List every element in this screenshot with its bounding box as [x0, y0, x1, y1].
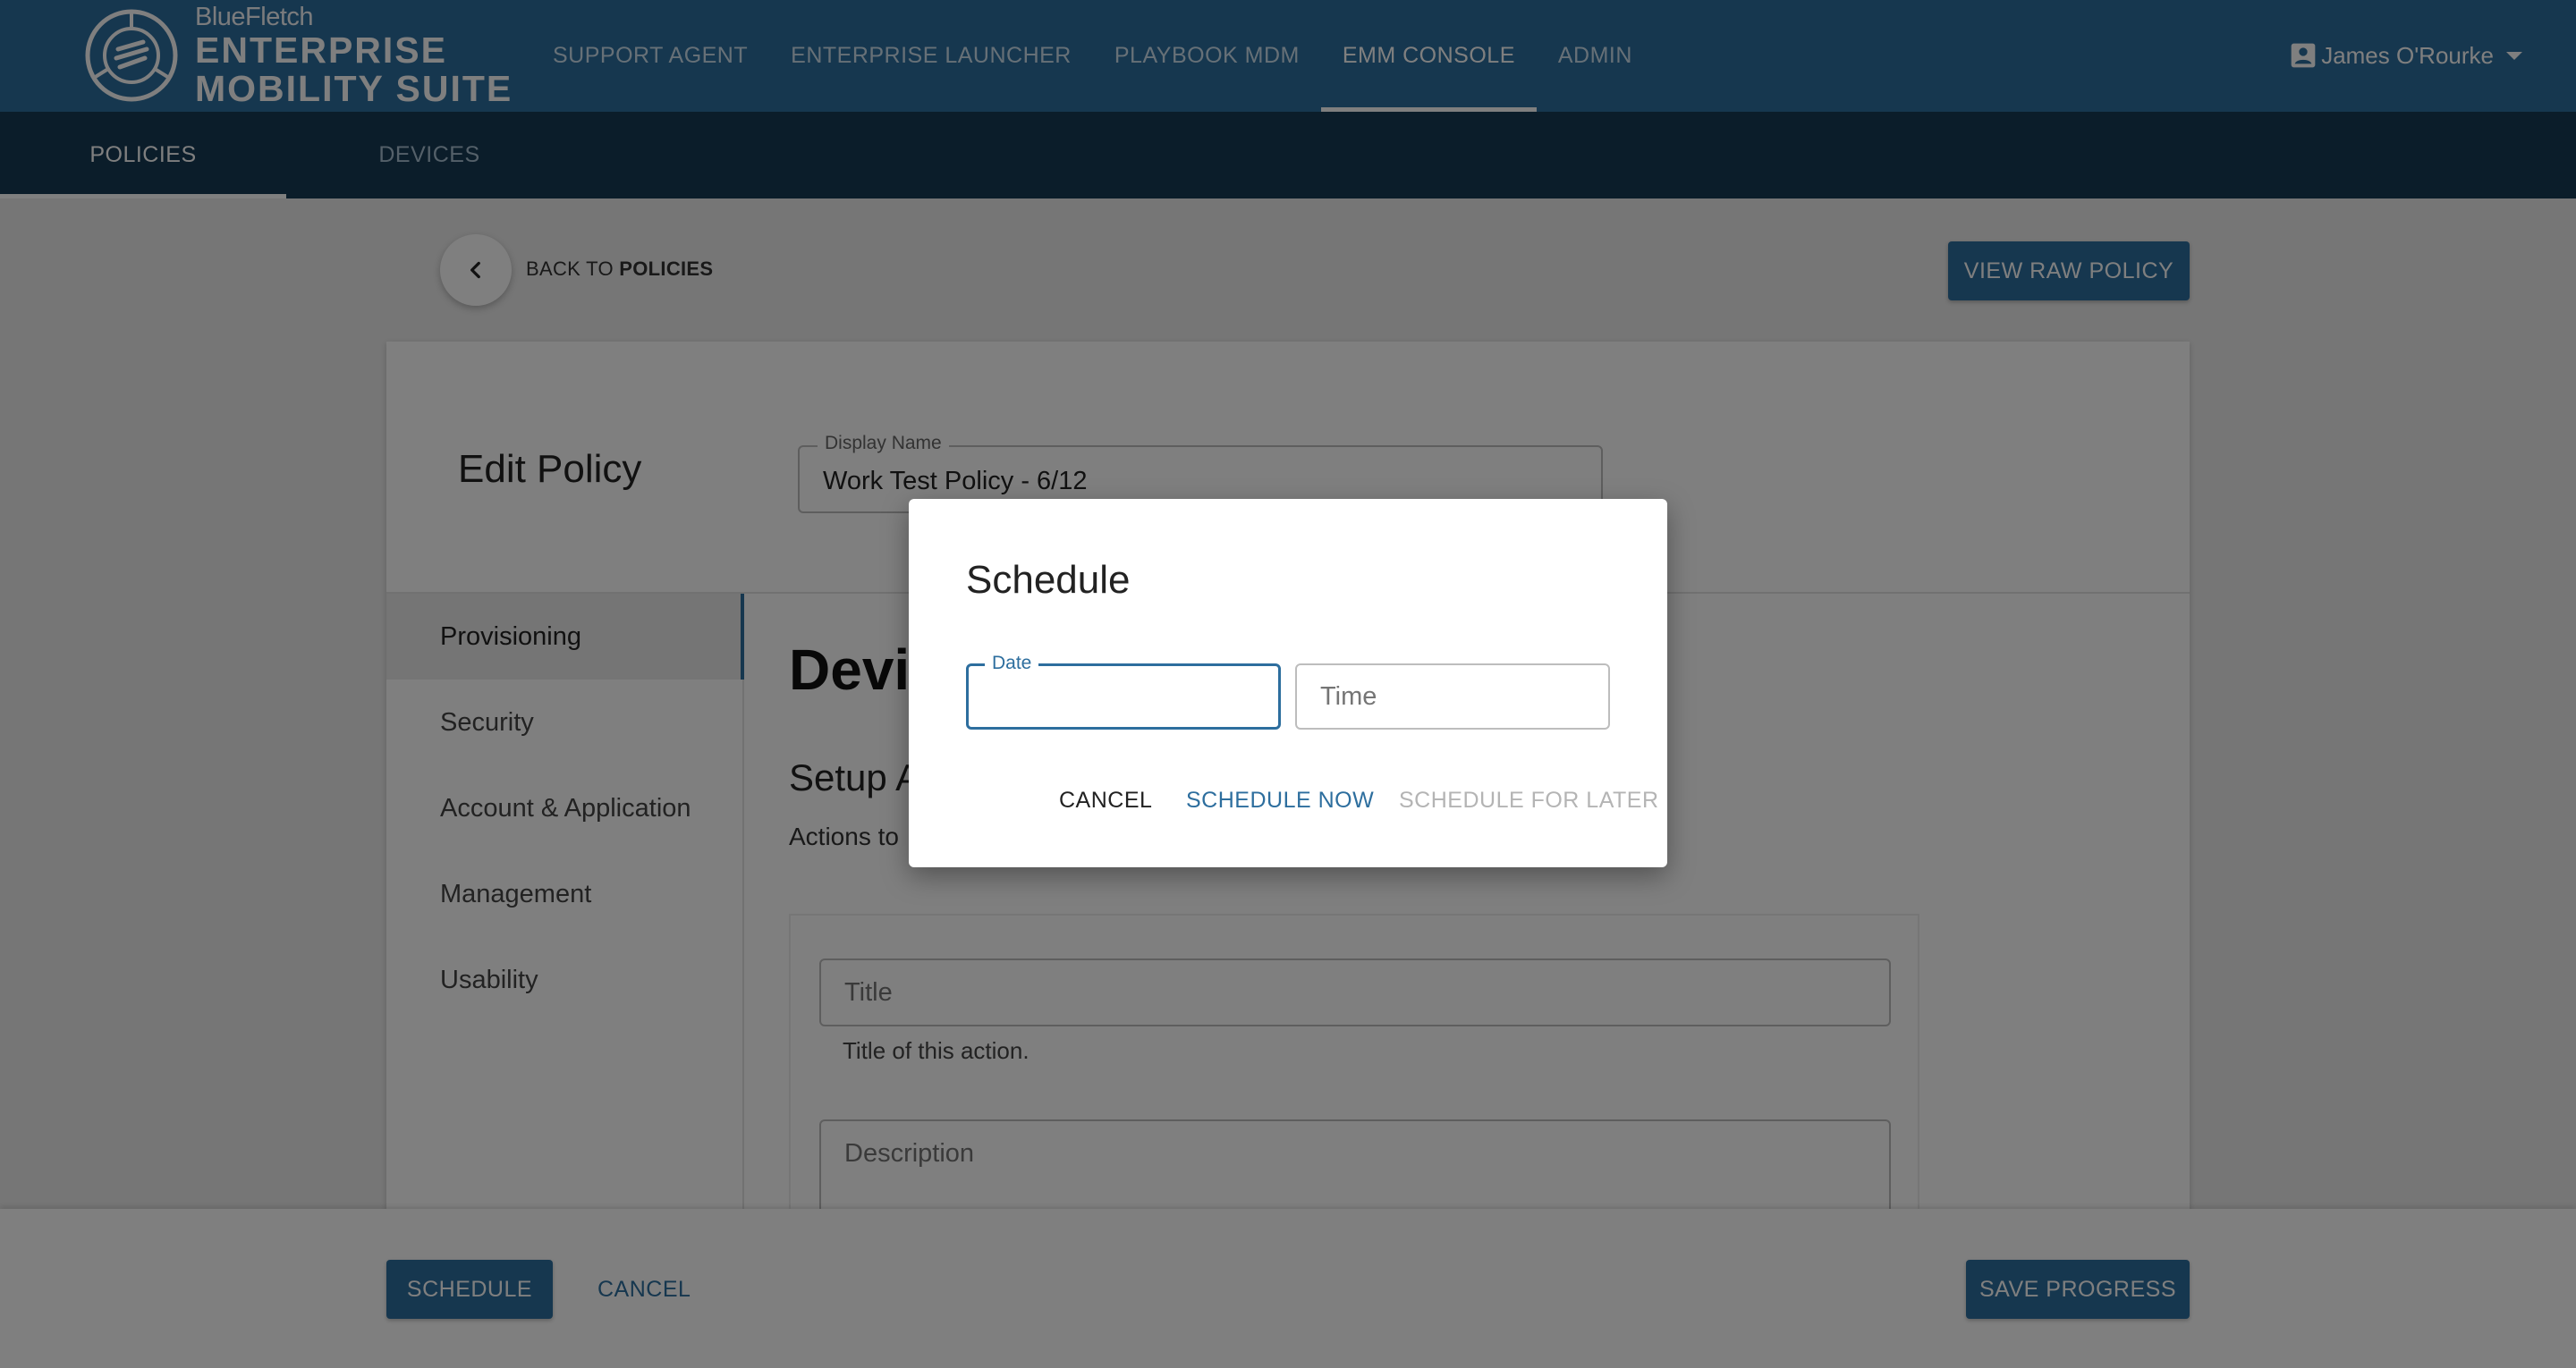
dialog-cancel-button[interactable]: CANCEL — [1059, 778, 1152, 823]
date-input[interactable]: Date — [966, 653, 1281, 730]
schedule-for-later-button[interactable]: SCHEDULE FOR LATER — [1399, 778, 1659, 823]
schedule-dialog: Schedule Date Time CANCEL SCHEDULE NOW S… — [909, 499, 1667, 867]
time-input[interactable]: Time — [1295, 663, 1610, 730]
dialog-title: Schedule — [966, 558, 1131, 602]
schedule-now-button[interactable]: SCHEDULE NOW — [1186, 778, 1374, 823]
date-label: Date — [985, 653, 1039, 674]
